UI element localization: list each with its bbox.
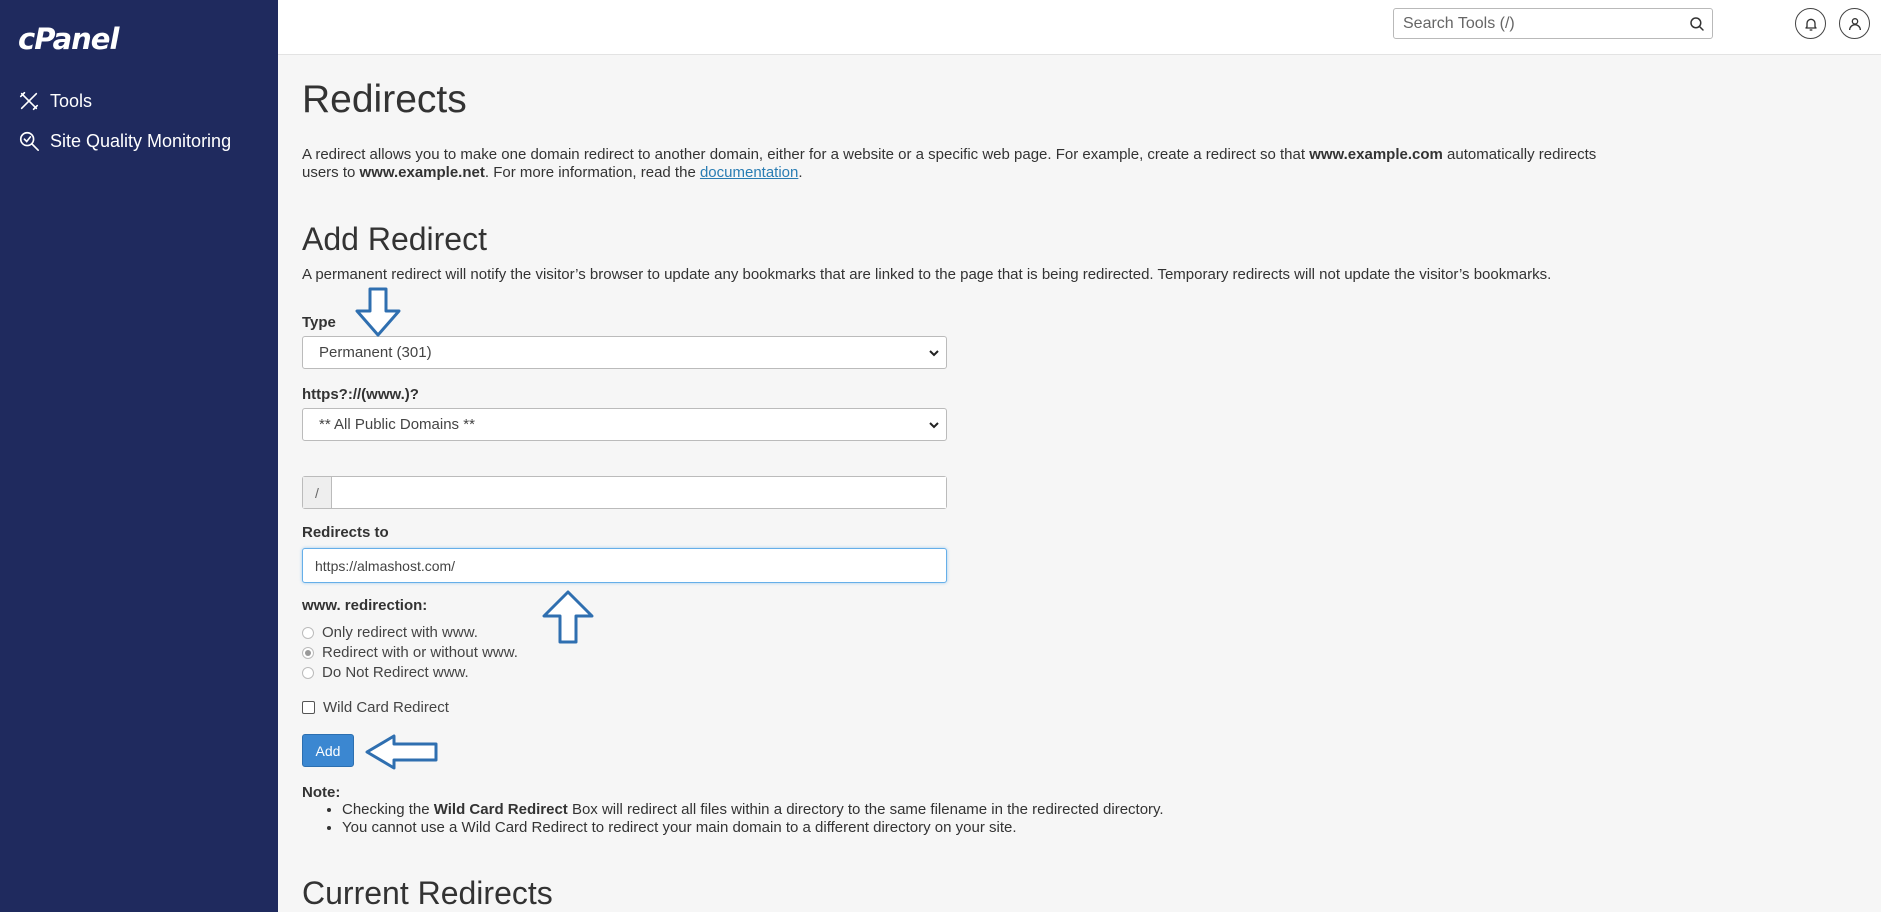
add-redirect-description: A permanent redirect will notify the vis… bbox=[302, 266, 1552, 283]
redirects-to-input[interactable] bbox=[302, 548, 947, 583]
intro-text-part: . For more information, read the bbox=[484, 164, 700, 181]
chevron-down-icon bbox=[929, 350, 939, 357]
note-text: Checking the bbox=[342, 801, 434, 818]
wildcard-label: Wild Card Redirect bbox=[323, 699, 449, 716]
domain-select[interactable]: ** All Public Domains ** bbox=[302, 408, 947, 441]
intro-text-part: A redirect allows you to make one domain… bbox=[302, 146, 1310, 163]
note-text: Box will redirect all files within a dir… bbox=[567, 801, 1164, 818]
note-title: Note: bbox=[302, 784, 341, 801]
intro-example-com: www.example.com bbox=[1309, 146, 1443, 163]
page-title: Redirects bbox=[302, 78, 467, 121]
www-redirection-label: www. redirection: bbox=[302, 597, 428, 614]
arrow-left-icon bbox=[365, 734, 438, 770]
top-bar bbox=[278, 0, 1881, 55]
note-item: You cannot use a Wild Card Redirect to r… bbox=[342, 819, 1164, 837]
add-button[interactable]: Add bbox=[302, 734, 354, 767]
radio-button[interactable] bbox=[302, 626, 314, 639]
sidebar: cPanel Tools Site Quality Monitoring bbox=[0, 0, 278, 912]
type-select-value: Permanent (301) bbox=[319, 344, 432, 361]
notifications-button[interactable] bbox=[1795, 8, 1826, 39]
type-select[interactable]: Permanent (301) bbox=[302, 336, 947, 369]
sidebar-item-site-quality-monitoring[interactable]: Site Quality Monitoring bbox=[18, 130, 231, 152]
domain-select-value: ** All Public Domains ** bbox=[319, 416, 475, 433]
radio-only-www[interactable]: Only redirect with www. bbox=[302, 624, 478, 641]
current-redirects-heading: Current Redirects bbox=[302, 875, 553, 911]
radio-button[interactable] bbox=[302, 666, 314, 679]
intro-example-net: www.example.net bbox=[359, 164, 485, 181]
radio-button[interactable] bbox=[302, 646, 314, 659]
domain-label: https?://(www.)? bbox=[302, 386, 419, 403]
path-prefix: / bbox=[303, 477, 332, 508]
user-menu-button[interactable] bbox=[1839, 8, 1870, 39]
search-input[interactable] bbox=[1394, 9, 1674, 38]
sidebar-item-tools[interactable]: Tools bbox=[18, 90, 92, 112]
sidebar-item-label: Site Quality Monitoring bbox=[50, 130, 232, 151]
add-redirect-heading: Add Redirect bbox=[302, 221, 487, 257]
user-icon bbox=[1848, 17, 1861, 30]
search-icon[interactable] bbox=[1688, 15, 1706, 33]
chevron-down-icon bbox=[929, 422, 939, 429]
bell-icon bbox=[1804, 18, 1817, 31]
radio-label: Do Not Redirect www. bbox=[322, 664, 469, 681]
note-item: Checking the Wild Card Redirect Box will… bbox=[342, 801, 1164, 819]
wildcard-checkbox[interactable] bbox=[302, 701, 315, 714]
redirects-to-label: Redirects to bbox=[302, 524, 389, 541]
radio-do-not-redirect-www[interactable]: Do Not Redirect www. bbox=[302, 664, 469, 681]
radio-label: Redirect with or without www. bbox=[322, 644, 518, 661]
arrow-up-icon bbox=[542, 590, 594, 644]
note-bold: Wild Card Redirect bbox=[433, 801, 568, 818]
type-label: Type bbox=[302, 314, 336, 331]
path-input[interactable] bbox=[332, 477, 946, 508]
documentation-link[interactable]: documentation bbox=[700, 164, 798, 181]
note-list: Checking the Wild Card Redirect Box will… bbox=[342, 801, 1164, 837]
site-quality-icon bbox=[19, 131, 39, 151]
path-field: / bbox=[302, 476, 947, 509]
radio-label: Only redirect with www. bbox=[322, 624, 478, 641]
cpanel-logo[interactable]: cPanel bbox=[18, 22, 119, 56]
intro-text-part: . bbox=[798, 164, 803, 181]
wildcard-redirect-option[interactable]: Wild Card Redirect bbox=[302, 699, 449, 716]
radio-with-or-without-www[interactable]: Redirect with or without www. bbox=[302, 644, 518, 661]
search-box[interactable] bbox=[1393, 8, 1713, 39]
intro-text: A redirect allows you to make one domain… bbox=[302, 146, 1632, 182]
tools-icon bbox=[19, 91, 39, 111]
sidebar-item-label: Tools bbox=[50, 90, 93, 111]
arrow-down-icon bbox=[355, 287, 401, 337]
